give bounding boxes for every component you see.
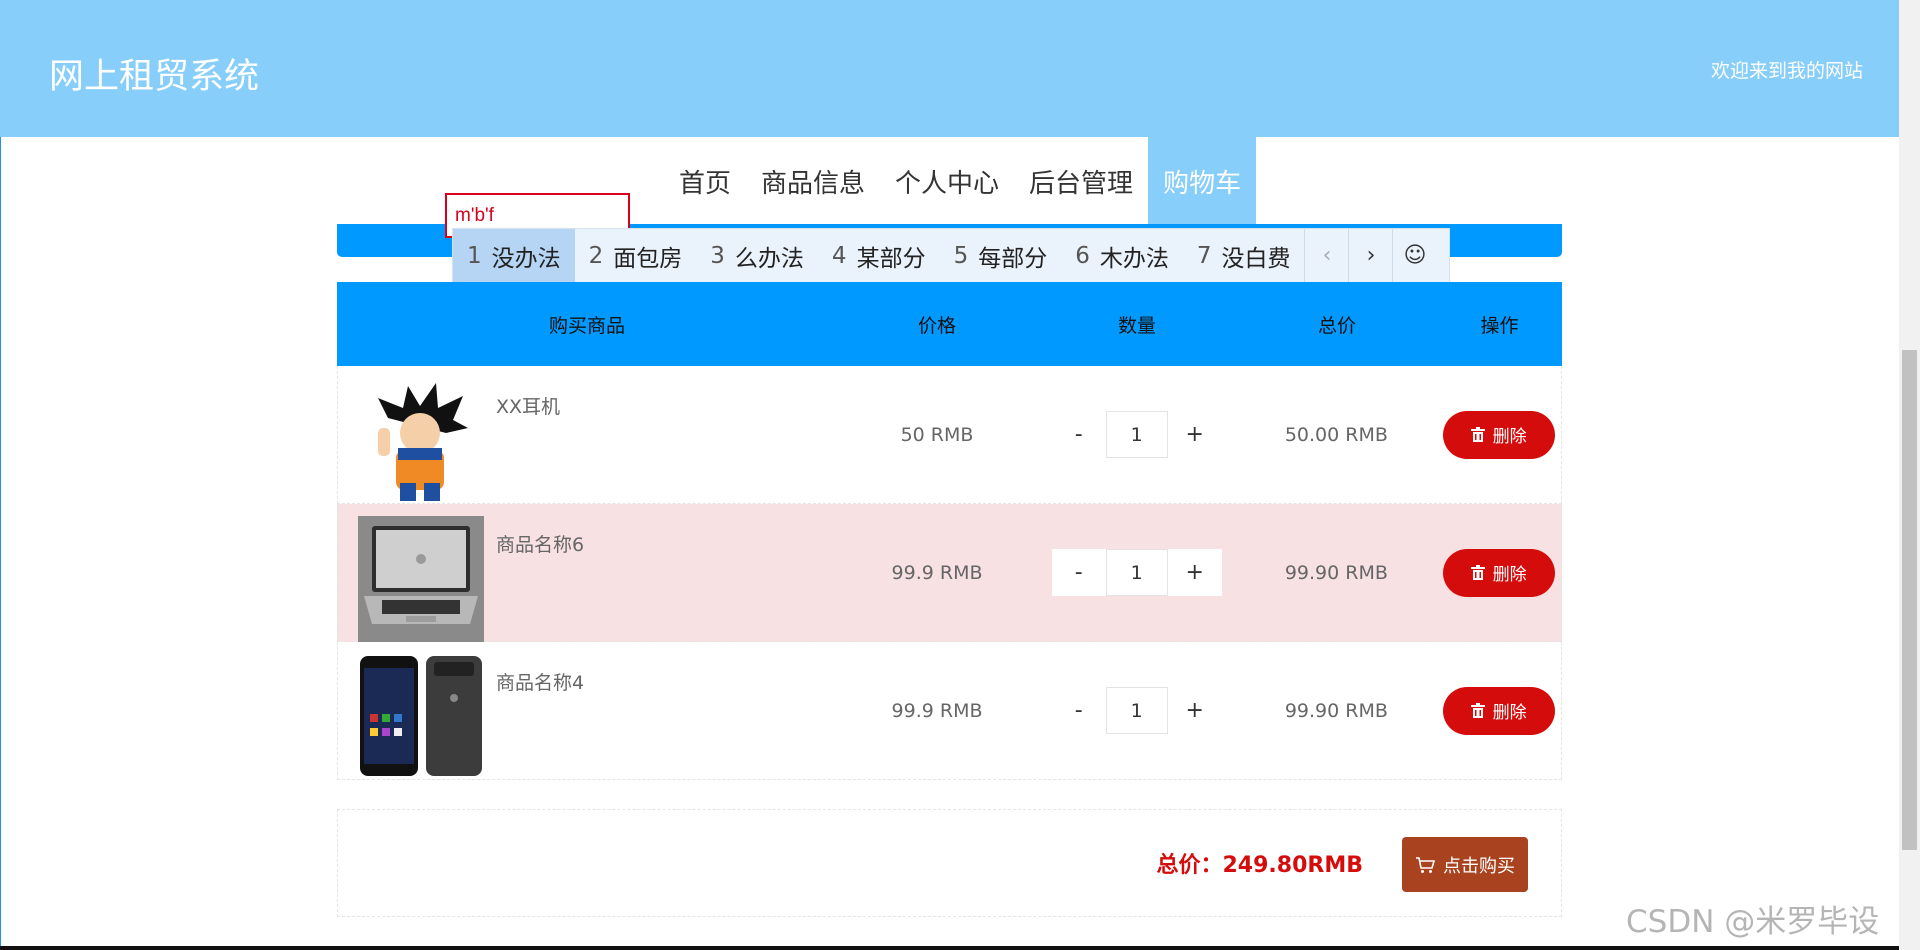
ime-prev-page-icon[interactable]: ‹ [1304,229,1348,282]
row-total: 99.90 RMB [1284,699,1388,722]
ime-candidate[interactable]: 4 某部分 [818,229,940,282]
product-name[interactable]: XX耳机 [496,392,560,419]
table-row: XX耳机 50 RMB - 1 + 50.00 RMB 删除 [337,366,1562,504]
ime-candidate[interactable]: 3 么办法 [696,229,818,282]
ime-next-page-icon[interactable]: › [1348,229,1392,282]
ime-emoji-icon[interactable]: ☺ [1392,229,1436,282]
row-total: 50.00 RMB [1284,423,1388,446]
candidate-number: 4 [831,242,847,269]
bottom-border [0,946,1899,950]
ime-candidate[interactable]: 6 木办法 [1061,229,1183,282]
nav-item-home[interactable]: 首页 [664,137,746,225]
product-name[interactable]: 商品名称4 [496,668,584,695]
nav-item-profile[interactable]: 个人中心 [880,137,1014,225]
delete-label: 删除 [1492,427,1527,447]
header-total: 总价 [1317,314,1356,337]
product-cell: 商品名称4 [338,642,837,780]
header-action: 操作 [1480,314,1519,337]
action-cell: 删除 [1436,548,1561,597]
candidate-number: 3 [710,242,725,269]
nav-item-cart[interactable]: 购物车 [1148,137,1257,225]
quantity-input[interactable]: 1 [1105,411,1168,458]
candidate-number: 2 [588,242,604,269]
ime-candidate[interactable]: 5 每部分 [940,229,1062,282]
delete-button[interactable]: 删除 [1442,548,1555,597]
product-image-anime-figure [378,382,468,501]
product-cell: XX耳机 [338,366,837,504]
decrease-quantity-button[interactable]: - [1051,549,1106,596]
product-name[interactable]: 商品名称6 [496,530,584,557]
product-cell: 商品名称6 [338,504,837,642]
increase-quantity-button[interactable]: + [1167,549,1222,596]
increase-quantity-button[interactable]: + [1168,411,1222,458]
candidate-number: 7 [1196,242,1212,269]
quantity-stepper: - 1 + [1037,687,1237,734]
vertical-scrollbar[interactable] [1899,0,1920,950]
product-image-smartphones [360,655,482,776]
candidate-number: 5 [953,242,969,269]
table-row: 商品名称6 99.9 RMB - 1 + 99.90 RMB 删除 [337,504,1562,642]
trash-icon [1470,565,1485,580]
main-nav: 首页 商品信息 个人中心 后台管理 购物车 [664,137,1257,225]
product-image-laptop [358,515,484,642]
left-edge-line [0,137,1,946]
page: 网上租贸系统 欢迎来到我的网站 首页 商品信息 个人中心 后台管理 购物车 m'… [0,0,1920,950]
delete-button[interactable]: 删除 [1442,686,1555,735]
candidate-text: 某部分 [856,245,926,272]
ime-candidate[interactable]: 2 面包房 [575,229,697,282]
quantity-input[interactable]: 1 [1105,549,1168,596]
quantity-stepper: - 1 + [1037,549,1237,596]
product-price: 99.9 RMB [891,699,983,722]
candidate-text: 每部分 [978,245,1048,272]
delete-button[interactable]: 删除 [1442,410,1555,459]
welcome-text: 欢迎来到我的网站 [1710,60,1863,82]
quantity-input[interactable]: 1 [1105,687,1168,734]
action-cell: 删除 [1436,686,1561,735]
cart-table-header: 购买商品 价格 数量 总价 操作 [337,282,1562,366]
decrease-quantity-button[interactable]: - [1052,411,1106,458]
nav-item-admin[interactable]: 后台管理 [1014,137,1148,225]
cart-table: 购买商品 价格 数量 总价 操作 XX耳机 50 RMB - 1 + 50.00… [337,282,1562,780]
quantity-stepper: - 1 + [1037,411,1237,458]
checkout-label: 点击购买 [1443,855,1515,877]
ime-candidate[interactable]: 1 没办法 [453,229,575,282]
candidate-number: 6 [1075,242,1090,269]
cart-total-text: 总价：249.80RMB [1156,853,1364,878]
candidate-text: 没白费 [1221,245,1291,272]
candidate-text: 没办法 [491,245,561,272]
site-header: 网上租贸系统 欢迎来到我的网站 [0,0,1899,137]
candidate-text: 面包房 [613,245,683,272]
watermark: CSDN @米罗毕设 [1626,904,1880,940]
delete-label: 删除 [1492,703,1527,723]
action-cell: 删除 [1436,410,1561,459]
ime-candidate-bar: 1 没办法 2 面包房 3 么办法 4 某部分 5 每部分 6 木办法 7 没白费 ‹ › ☺ [452,228,1450,283]
header-price: 价格 [917,314,956,337]
decrease-quantity-button[interactable]: - [1052,687,1106,734]
table-row: 商品名称4 99.9 RMB - 1 + 99.90 RMB 删除 [337,642,1562,780]
candidate-text: 木办法 [1099,245,1169,272]
nav-item-products[interactable]: 商品信息 [746,137,880,225]
header-quantity: 数量 [1117,314,1156,337]
row-total: 99.90 RMB [1284,561,1388,584]
candidate-text: 么办法 [734,245,804,272]
checkout-button[interactable]: 点击购买 [1402,837,1528,892]
delete-label: 删除 [1492,565,1527,585]
cart-icon [1416,856,1435,873]
trash-icon [1470,703,1485,718]
scrollbar-thumb[interactable] [1902,350,1917,850]
trash-icon [1470,427,1485,442]
product-price: 99.9 RMB [891,561,983,584]
candidate-number: 1 [467,242,482,269]
product-price: 50 RMB [900,423,974,446]
increase-quantity-button[interactable]: + [1168,687,1222,734]
ime-candidate[interactable]: 7 没白费 [1183,229,1305,282]
site-title: 网上租贸系统 [49,57,260,97]
header-product: 购买商品 [548,314,625,337]
cart-summary: 总价：249.80RMB 点击购买 [337,809,1562,917]
